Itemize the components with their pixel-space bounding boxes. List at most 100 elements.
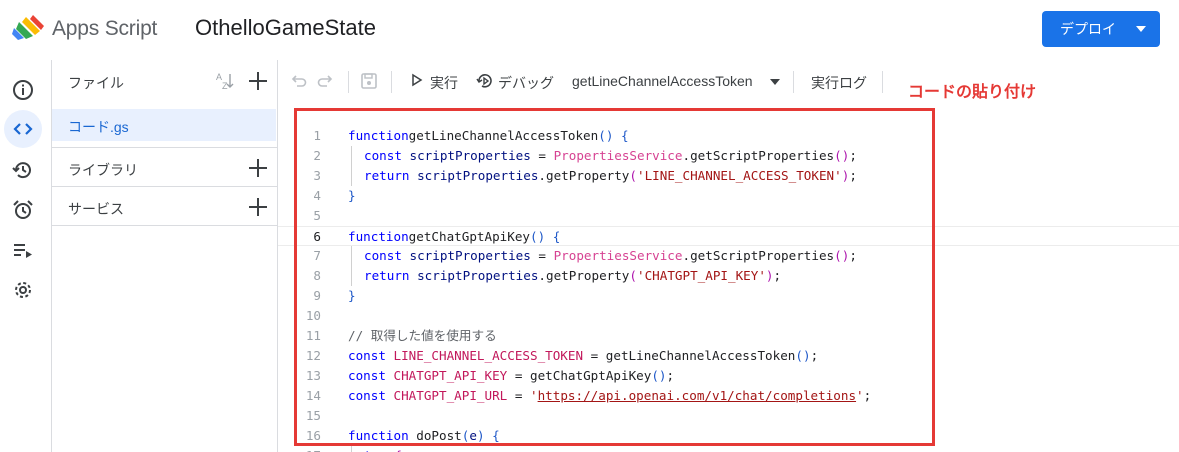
code-token: ( <box>629 268 637 283</box>
code-token: = getLineChannelAccessToken <box>583 348 796 363</box>
redo-icon[interactable] <box>317 72 335 90</box>
annotation-label: コードの貼り付け <box>908 84 1037 101</box>
history-nav-button[interactable] <box>4 151 42 189</box>
code-token: ; <box>773 268 782 283</box>
code-line[interactable]: 12 const LINE_CHANNEL_ACCESS_TOKEN = getL… <box>278 346 1179 366</box>
line-number: 17 <box>278 446 321 452</box>
code-token: ( <box>530 229 538 244</box>
code-line[interactable]: 16 function doPost(e) { <box>278 426 1179 446</box>
libraries-section[interactable]: ライブラリ <box>52 148 278 188</box>
code-text: } <box>348 186 356 206</box>
line-number: 9 <box>313 288 321 303</box>
gear-icon <box>15 282 31 298</box>
deploy-button[interactable]: デプロイ <box>1042 11 1160 47</box>
code-token: CHATGPT_API_URL <box>385 388 508 403</box>
toolbar-separator <box>793 71 794 93</box>
files-panel: ファイル A Z コード.gs ライブラリ サービス <box>52 60 278 452</box>
code-token: .getProperty <box>538 268 630 283</box>
code-editor[interactable]: 1 functiongetLineChannelAccessToken() {2 c… <box>278 102 1179 452</box>
execution-log-button[interactable]: 実行ログ <box>811 73 867 93</box>
code-line[interactable]: 5 <box>278 206 1179 226</box>
overview-nav-button[interactable] <box>4 71 42 109</box>
top-bar: Apps Script OthelloGameState デプロイ <box>0 0 1179 60</box>
code-token: return <box>364 268 410 283</box>
settings-nav-button[interactable] <box>4 271 42 309</box>
code-token: scriptProperties <box>409 268 539 283</box>
line-number: 12 <box>305 348 321 363</box>
run-label: 実行 <box>430 75 458 91</box>
code-token: ( <box>795 348 803 363</box>
code-line[interactable]: 9} <box>278 286 1179 306</box>
code-token: ) <box>476 428 485 443</box>
code-token[interactable]: https://api.openai.com/v1/chat/completio… <box>538 388 856 403</box>
sort-az-icon[interactable]: A Z <box>214 71 236 91</box>
debug-label: デバッグ <box>498 75 554 91</box>
code-token: getChatGptApiKey <box>408 229 530 244</box>
toolbar-separator <box>882 71 883 93</box>
file-item-code-gs[interactable]: コード.gs <box>52 109 276 141</box>
undo-icon[interactable] <box>289 72 307 90</box>
toolbar-separator <box>348 71 349 93</box>
code-line[interactable]: 15 <box>278 406 1179 426</box>
code-token: ; <box>849 148 857 163</box>
code-token: CHATGPT_API_KEY <box>385 368 508 383</box>
code-line[interactable]: 2 const scriptProperties = PropertiesServ… <box>278 146 1179 166</box>
apps-script-logo-icon[interactable] <box>11 14 45 42</box>
deploy-label: デプロイ <box>1060 21 1116 37</box>
add-library-plus-icon[interactable] <box>249 159 267 177</box>
code-text: const scriptProperties = PropertiesServi… <box>364 246 857 266</box>
code-text: functiongetChatGptApiKey() { <box>348 227 560 247</box>
code-line[interactable]: 17 try { <box>278 446 1179 452</box>
libraries-label: ライブラリ <box>68 162 138 178</box>
save-icon[interactable] <box>360 72 378 90</box>
editor-nav-button[interactable] <box>4 110 42 148</box>
add-service-plus-icon[interactable] <box>249 198 267 216</box>
code-token: function <box>348 229 409 244</box>
play-icon <box>412 73 423 87</box>
project-title[interactable]: OthelloGameState <box>195 15 376 41</box>
code-token: ) <box>658 368 667 383</box>
line-number: 4 <box>313 188 321 203</box>
code-token: ) <box>802 348 811 363</box>
services-section[interactable]: サービス <box>52 187 278 227</box>
code-text: functiongetLineChannelAccessToken() { <box>348 126 629 146</box>
code-line[interactable]: 10 <box>278 306 1179 326</box>
code-text: try { <box>364 446 402 452</box>
line-number: 3 <box>313 168 321 183</box>
code-text: const CHATGPT_API_URL = 'https://api.ope… <box>348 386 871 406</box>
executions-nav-button[interactable] <box>4 231 42 269</box>
code-line[interactable]: 3 return scriptProperties.getProperty('LI… <box>278 166 1179 186</box>
code-token: ( <box>834 148 842 163</box>
code-token: ( <box>834 248 842 263</box>
chevron-down-icon[interactable] <box>1136 26 1146 32</box>
code-text: // 取得した値を使用する <box>348 326 497 346</box>
code-token: } <box>348 188 356 203</box>
code-token: .getProperty <box>538 168 630 183</box>
code-line[interactable]: 8 return scriptProperties.getProperty('CH… <box>278 266 1179 286</box>
code-line[interactable]: 7 const scriptProperties = PropertiesServ… <box>278 246 1179 266</box>
triggers-nav-button[interactable] <box>4 191 42 229</box>
code-token: 'CHATGPT_API_KEY' <box>637 268 766 283</box>
code-line[interactable]: 11 // 取得した値を使用する <box>278 326 1179 346</box>
code-token: const <box>364 248 402 263</box>
code-token: ; <box>666 368 675 383</box>
code-token: try <box>364 448 387 452</box>
history-icon <box>12 162 31 179</box>
code-token: ( <box>629 168 637 183</box>
add-file-plus-icon[interactable] <box>249 72 267 90</box>
code-line[interactable]: 1 functiongetLineChannelAccessToken() { <box>278 126 1179 146</box>
line-number: 7 <box>313 248 321 263</box>
line-number: 2 <box>313 148 321 163</box>
code-token: ' <box>530 388 538 403</box>
code-token: { <box>492 428 500 443</box>
code-token: function <box>348 128 409 143</box>
code-line[interactable]: 14 const CHATGPT_API_URL = 'https://api.o… <box>278 386 1179 406</box>
line-number: 5 <box>313 208 321 223</box>
code-line[interactable]: 4} <box>278 186 1179 206</box>
code-line[interactable]: 13 const CHATGPT_API_KEY = getChatGptApiK… <box>278 366 1179 386</box>
code-token: LINE_CHANNEL_ACCESS_TOKEN <box>385 348 584 363</box>
files-header: ファイル A Z <box>52 60 278 100</box>
code-line[interactable]: 6 functiongetChatGptApiKey() { <box>278 226 1179 246</box>
code-token: const <box>348 368 386 383</box>
